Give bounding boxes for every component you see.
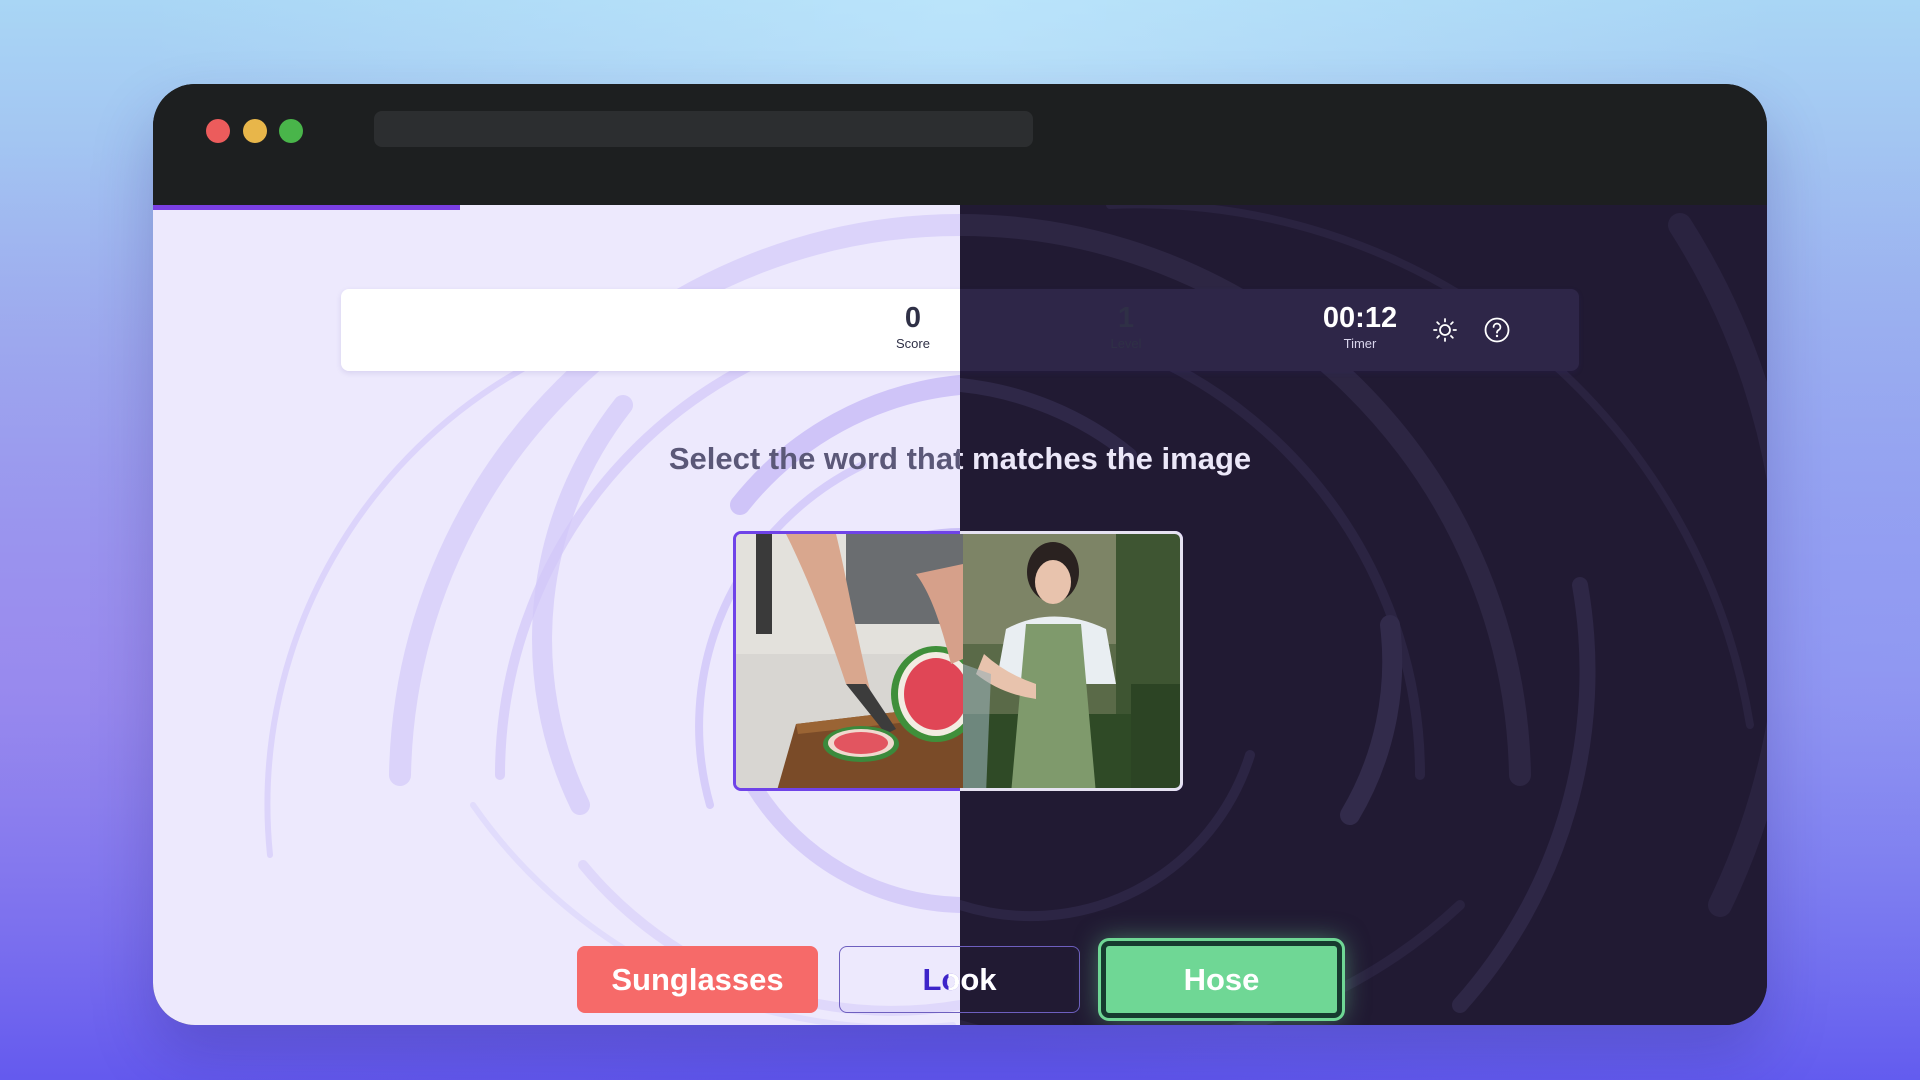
progress-bar [153, 205, 460, 210]
timer-stat: 00:12 Timer [1323, 301, 1397, 353]
theme-toggle-button[interactable] [1430, 315, 1460, 345]
instruction-label-dark: Select the word that matches the image [668, 441, 1252, 476]
timer-label: Timer [1343, 336, 1377, 351]
answer-label: Sunglasses [611, 961, 784, 997]
answer-label: Hose [1183, 961, 1260, 997]
game-viewport: 0 Score 1 Level 00:12 Timer Select the w… [153, 205, 1767, 1025]
score-stat: 0 Score [896, 301, 930, 353]
stats-bar: 0 Score 1 Level 00:12 Timer [341, 289, 1579, 371]
browser-window: 0 Score 1 Level 00:12 Timer Select the w… [153, 84, 1767, 1025]
answer-button-hose[interactable]: Hose [1101, 941, 1342, 1018]
minimize-window-button[interactable] [243, 119, 267, 143]
level-value: 1 [1117, 302, 1135, 334]
score-label: Score [896, 336, 930, 351]
timer-value: 00:12 [1322, 302, 1398, 334]
level-stat: 1 Level [1110, 301, 1141, 353]
instruction-text: Select the word that matches the image S… [153, 439, 1767, 479]
answer-button-look[interactable]: Look Look [839, 946, 1080, 1013]
maximize-window-button[interactable] [279, 119, 303, 143]
title-bar [153, 84, 1767, 205]
help-button[interactable] [1482, 315, 1512, 345]
address-bar[interactable] [374, 111, 1033, 147]
score-value: 0 [904, 302, 922, 334]
sun-icon [1433, 318, 1457, 342]
answer-button-sunglasses[interactable]: Sunglasses [577, 946, 818, 1013]
question-circle-icon [1484, 317, 1510, 343]
level-label: Level [1110, 336, 1142, 351]
close-window-button[interactable] [206, 119, 230, 143]
